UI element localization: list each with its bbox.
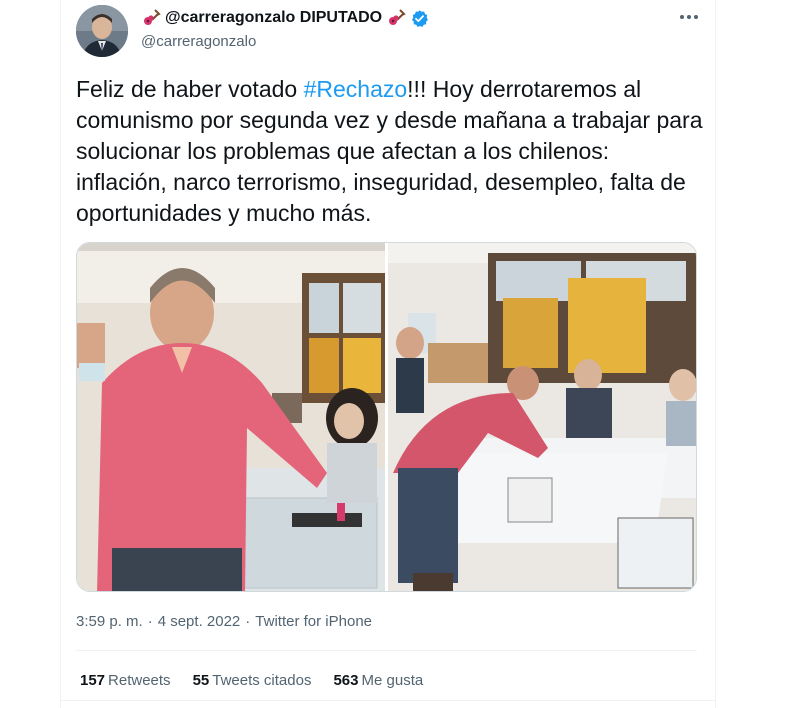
tweet-text-intro: Feliz de haber votado	[76, 76, 304, 102]
more-icon	[680, 15, 698, 19]
likes-stat[interactable]: 563 Me gusta	[333, 672, 423, 689]
likes-label: Me gusta	[361, 672, 424, 689]
retweets-stat[interactable]: 157 Retweets	[80, 672, 171, 689]
hashtag-link[interactable]: #Rechazo	[304, 76, 408, 102]
tweet-date[interactable]: 4 sept. 2022	[158, 613, 241, 630]
quotes-label: Tweets citados	[212, 672, 312, 689]
avatar-image	[76, 5, 128, 57]
author-handle[interactable]: @carreragonzalo	[141, 33, 256, 50]
photo-left[interactable]	[77, 243, 385, 591]
tweet-text: Feliz de haber votado #Rechazo!!! Hoy de…	[76, 74, 706, 229]
photo-right[interactable]	[388, 243, 696, 591]
avatar[interactable]	[76, 5, 128, 57]
guitar-icon	[389, 9, 406, 25]
divider	[76, 650, 697, 651]
photo-voting-table	[388, 243, 696, 591]
author-name-row[interactable]: @carreragonzalo DIPUTADO	[141, 8, 429, 28]
quotes-stat[interactable]: 55 Tweets citados	[193, 672, 312, 689]
separator-dot: ·	[147, 613, 153, 630]
retweets-label: Retweets	[108, 672, 171, 689]
guitar-icon	[144, 9, 161, 25]
photo-voting-thumbs-up	[77, 243, 385, 591]
quotes-count: 55	[192, 672, 210, 689]
tweet-source-link[interactable]: Twitter for iPhone	[255, 613, 372, 630]
tweet-time[interactable]: 3:59 p. m.	[76, 613, 143, 630]
tweet-timestamp-row: 3:59 p. m. · 4 sept. 2022 · Twitter for iPho…	[76, 613, 372, 630]
verified-badge-icon[interactable]	[410, 9, 429, 28]
retweets-count: 157	[80, 672, 106, 689]
author-display-name: @carreragonzalo DIPUTADO	[165, 9, 383, 26]
tweet-media[interactable]	[76, 242, 697, 592]
tweet-stats: 157 Retweets 55 Tweets citados 563 Me gusta	[80, 672, 423, 689]
divider	[60, 700, 716, 701]
more-options-button[interactable]	[676, 4, 702, 30]
likes-count: 563	[333, 672, 359, 689]
separator-dot: ·	[245, 613, 251, 630]
